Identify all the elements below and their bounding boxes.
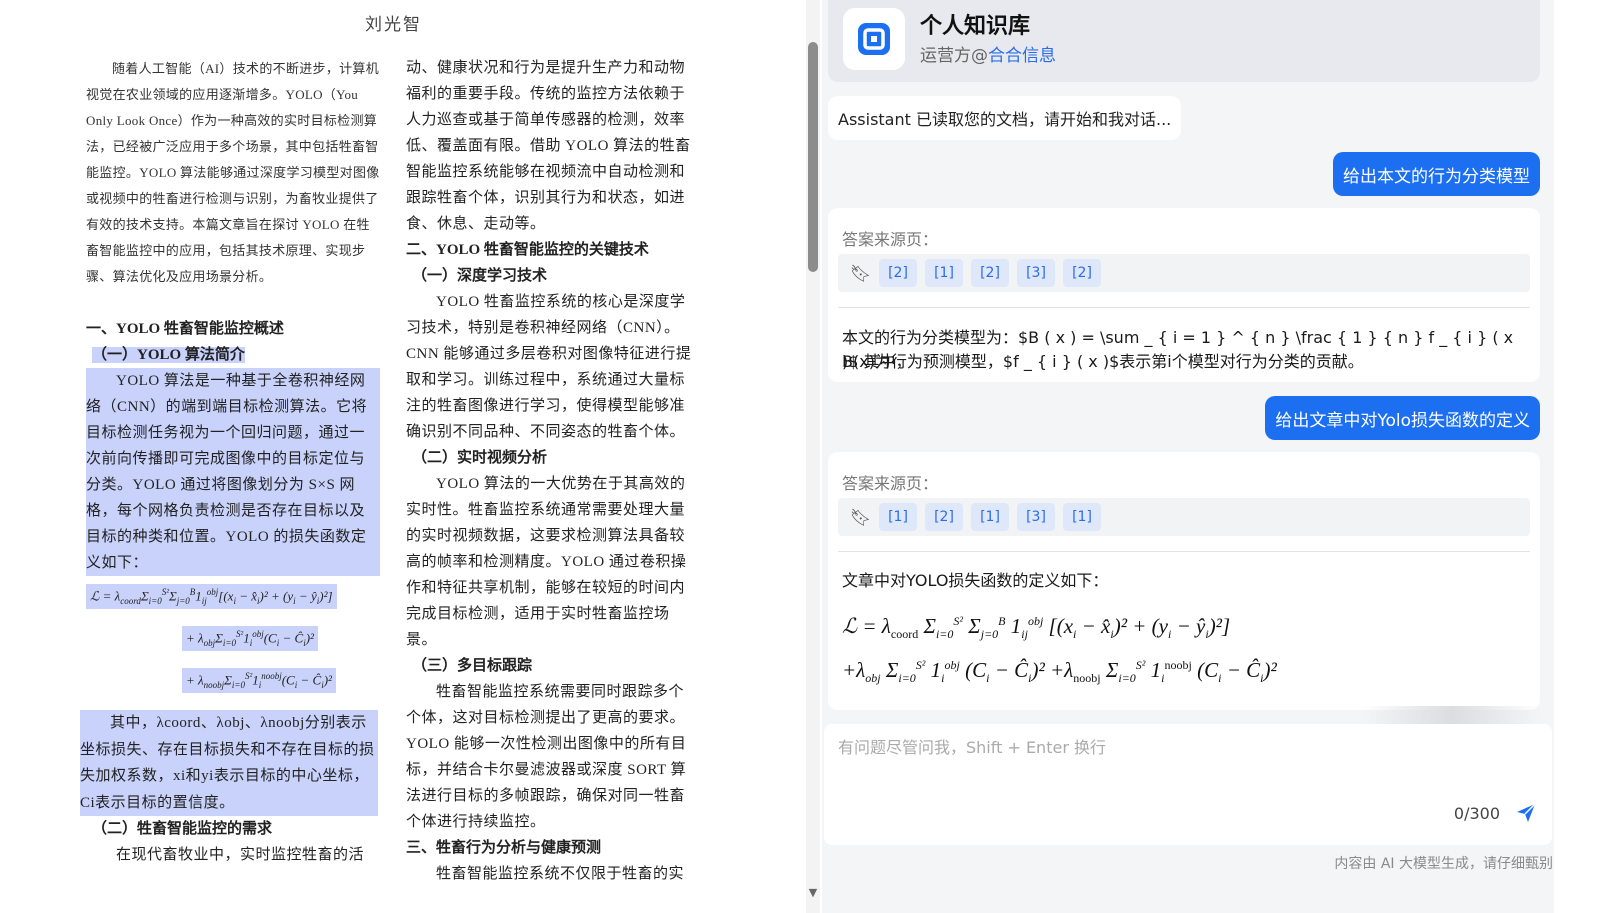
char-counter: 0/300 [1453,804,1500,823]
paragraph-continued: 动、健康状况和行为是提升生产力和动物福利的重要手段。传统的监控方法依赖于人力巡查… [406,60,691,232]
assistant-greeting: Assistant 已读取您的文档，请开始和我对话... [828,96,1182,140]
doc-loss-formula-line2: + λobjΣi=0S²1iobj(Ci − Ĉi)² [182,626,318,651]
chat-header: 个人知识库 运营方@合合信息 [828,0,1540,82]
scroll-fade [1362,706,1542,724]
paragraph-needs: 在现代畜牧业中，实时监控牲畜的活 [116,847,365,863]
chat-composer: 0/300 [824,724,1552,845]
app-operator: 运营方@合合信息 [920,41,1056,66]
user-message: 给出本文的行为分类模型 [1333,152,1540,196]
source-page-chip[interactable]: [1] [925,259,963,287]
document-left-column: 随着人工智能（AI）技术的不断进步，计算机视觉在农业领域的应用逐渐增多。YOLO… [86,56,380,576]
document-left-column-lower: 其中，λcoord、λobj、λnoobj分别表示坐标损失、存在目标损失和不存在… [80,710,378,868]
ai-disclaimer: 内容由 AI 大模型生成，请仔细甄别 [1334,856,1553,872]
doc-loss-formula-line3: + λnoobjΣi=0S²1inoobj(Ci − Ĉi)² [182,668,336,693]
heading-key-tech: 二、YOLO 牲畜智能监控的关键技术 [406,242,649,258]
operator-prefix: 运营方@ [920,46,988,66]
answer-loss-formula-line2: +λobj Σi=0S² 1iobj (Ci − Ĉi)² +λnoobj Σi… [842,658,1277,686]
document-viewer[interactable]: 刘光智 随着人工智能（AI）技术的不断进步，计算机视觉在农业领域的应用逐渐增多。… [0,0,803,913]
operator-link[interactable]: 合合信息 [988,46,1056,66]
source-page-chip[interactable]: [3] [1017,503,1055,531]
answer-intro: 文章中对YOLO损失函数的定义如下： [842,571,1109,590]
source-page-chip[interactable]: [1] [1063,503,1101,531]
sources-label: 答案来源页： [842,230,939,249]
paragraph-deep-learning: YOLO 牲畜监控系统的核心是深度学习技术，特别是卷积神经网络（CNN）。CNN… [406,294,692,440]
app-title: 个人知识库 [920,14,1031,39]
answer-divider [838,551,1530,552]
chat-input[interactable] [838,732,1438,762]
user-message: 给出文章中对Yolo损失函数的定义 [1265,396,1540,440]
answer-text-line: B(x)为行为预测模型，$f _ { i } ( x )$表示第i个模型对行为分… [842,352,1364,371]
heading-needs: （二）牲畜智能监控的需求 [92,821,273,837]
knowledge-base-logo-icon [858,23,890,55]
sources-bar: 🔖︎ [2] [1] [2] [3] [2] [838,254,1530,292]
heading-yolo-intro: （一）YOLO 算法简介 [92,347,245,363]
scroll-down-arrow-icon[interactable]: ▼ [805,886,821,900]
heading-tracking: （三）多目标跟踪 [412,658,533,674]
bookmark-icon: 🔖︎ [850,508,872,528]
heading-behavior: 三、牲畜行为分析与健康预测 [406,840,602,856]
source-page-chip[interactable]: [2] [1063,259,1101,287]
send-icon[interactable] [1514,801,1538,825]
paragraph-realtime: YOLO 算法的一大优势在于其高效的实时性。牲畜监控系统通常需要处理大量的实时视… [406,476,687,648]
document-author: 刘光智 [365,15,422,34]
heading-realtime: （二）实时视频分析 [412,450,548,466]
assistant-answer: 答案来源页： 🔖︎ [1] [2] [1] [3] [1] 文章中对YOLO损失… [828,452,1540,710]
document-right-column: 动、健康状况和行为是提升生产力和动物福利的重要手段。传统的监控方法依赖于人力巡查… [406,55,698,887]
paragraph-tracking: 牲畜智能监控系统需要同时跟踪多个个体，这对目标检测提出了更高的要求。YOLO 能… [406,684,687,830]
paragraph-yolo-intro: YOLO 算法是一种基于全卷积神经网络（CNN）的端到端目标检测算法。它将目标检… [86,368,380,576]
heading-overview: 一、YOLO 牲畜智能监控概述 [86,321,284,337]
chat-scrollbar[interactable] [1554,0,1601,913]
answer-loss-formula-line1: ℒ = λcoord Σi=0S² Σj=0B 1ijobj [(xi − x̂… [842,614,1231,642]
source-page-chip[interactable]: [1] [879,503,917,531]
document-intro-paragraph: 随着人工智能（AI）技术的不断进步，计算机视觉在农业领域的应用逐渐增多。YOLO… [86,61,380,284]
answer-divider [838,307,1530,308]
app-logo [843,8,905,70]
source-page-chip[interactable]: [2] [879,259,917,287]
bookmark-icon: 🔖︎ [850,264,872,284]
paragraph-behavior: 牲畜智能监控系统不仅限于牲畜的实 [436,866,685,882]
source-page-chip[interactable]: [2] [971,259,1009,287]
source-page-chip[interactable]: [3] [1017,259,1055,287]
doc-loss-formula-line1: ℒ = λcoordΣi=0S²Σj=0B1ijobj[(xi − x̂i)² … [86,584,337,609]
chat-panel: 个人知识库 运营方@合合信息 Assistant 已读取您的文档，请开始和我对话… [822,0,1601,913]
assistant-answer: 答案来源页： 🔖︎ [2] [1] [2] [3] [2] 本文的行为分类模型为… [828,208,1540,382]
source-page-chip[interactable]: [2] [925,503,963,531]
source-page-chip[interactable]: [1] [971,503,1009,531]
document-scrollbar-thumb[interactable] [808,42,818,272]
sources-bar: 🔖︎ [1] [2] [1] [3] [1] [838,498,1530,536]
paragraph-loss-weights: 其中，λcoord、λobj、λnoobj分别表示坐标损失、存在目标损失和不存在… [80,710,378,816]
sources-label: 答案来源页： [842,474,939,493]
heading-deep-learning: （一）深度学习技术 [412,268,548,284]
